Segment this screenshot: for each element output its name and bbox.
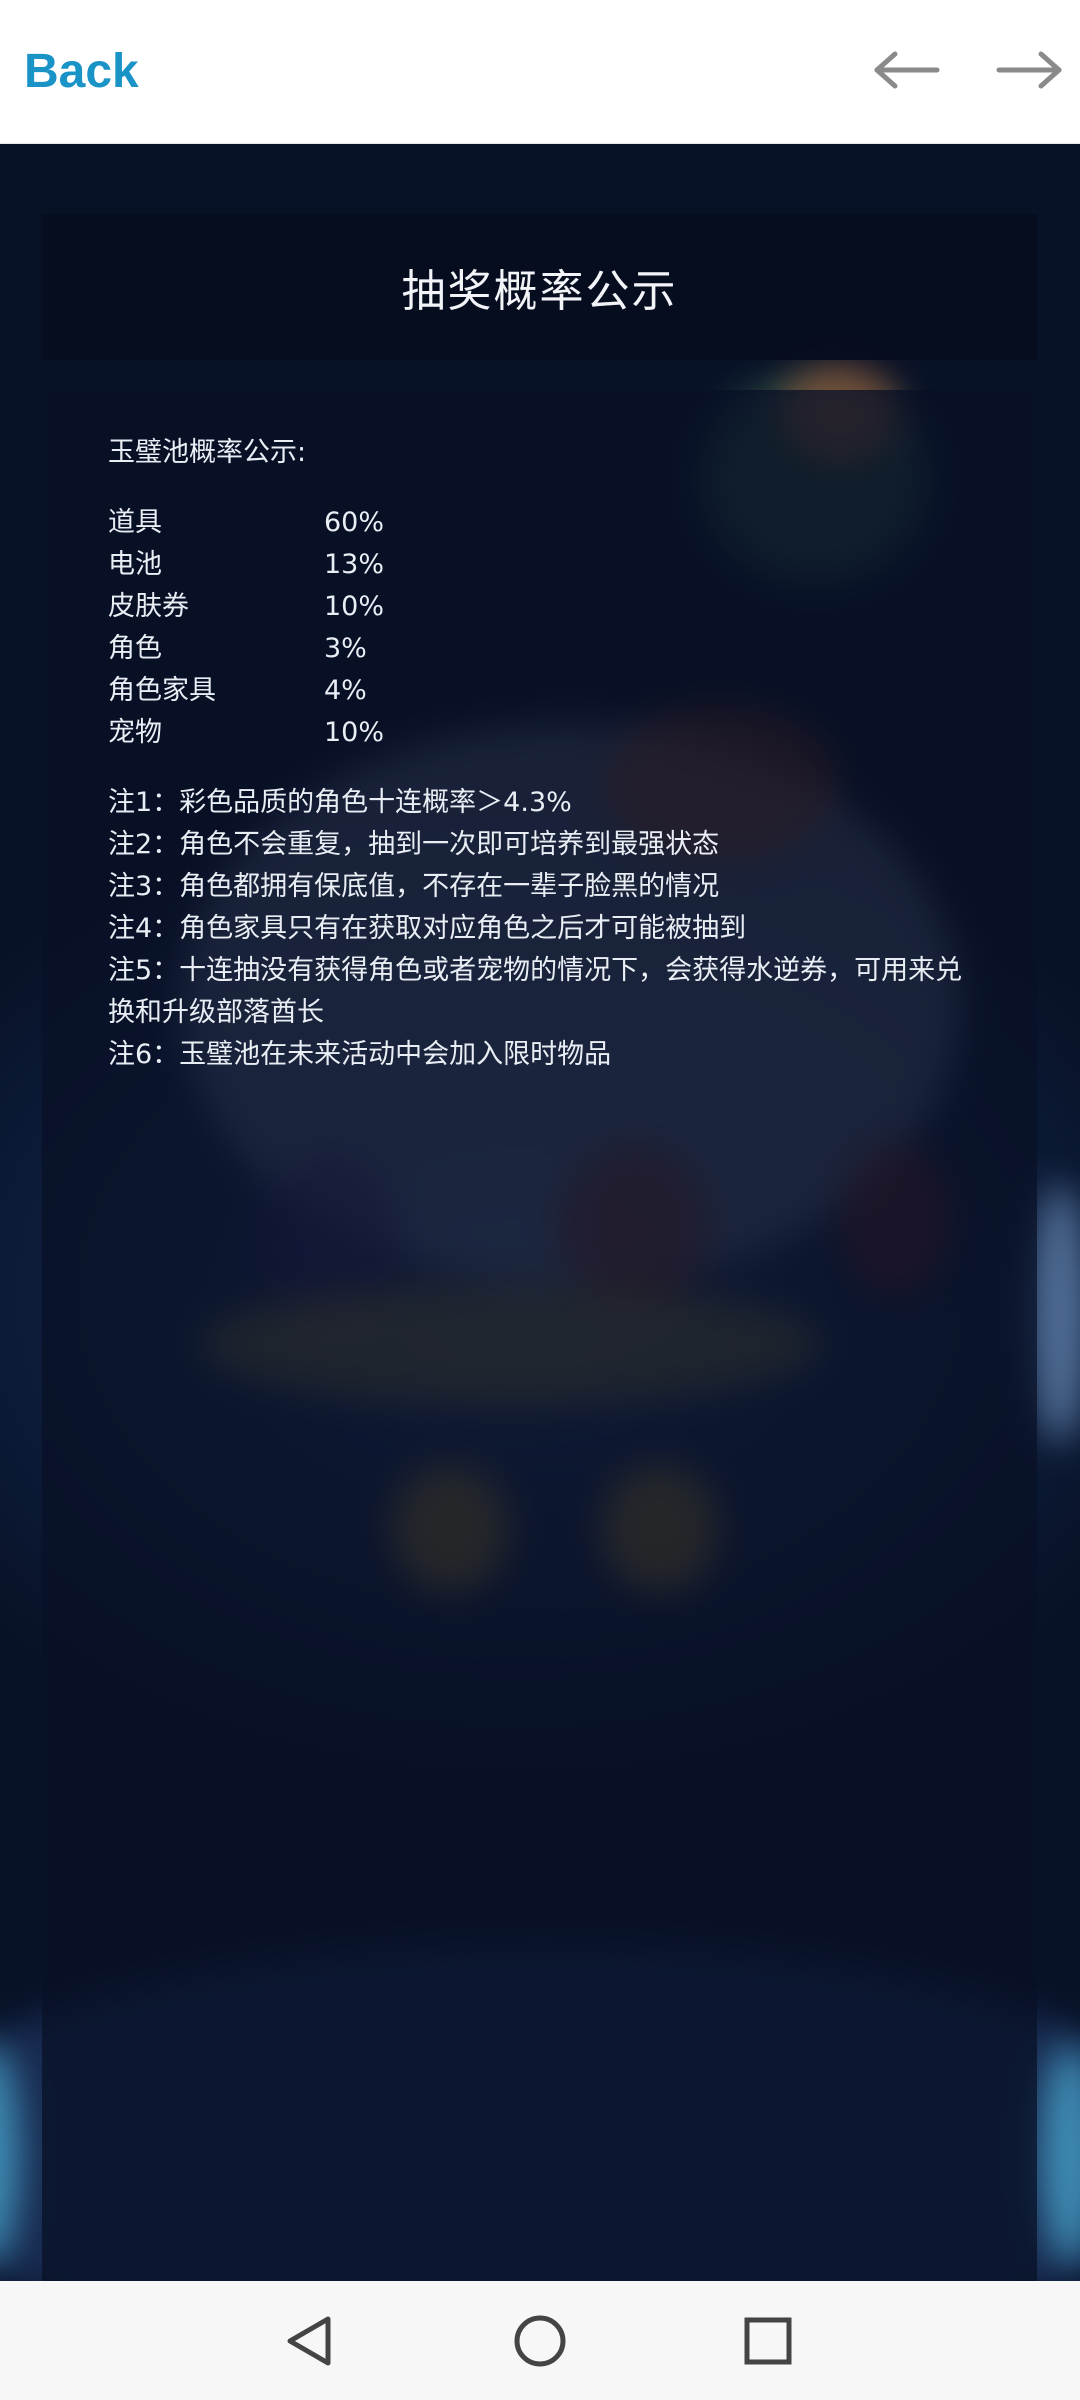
back-button[interactable]: Back xyxy=(24,40,139,104)
arrow-right-icon xyxy=(996,51,1062,89)
probability-item-name: 宠物 xyxy=(108,717,162,748)
note-item: 注1：彩色品质的角色十连概率＞4.3% xyxy=(108,787,572,818)
probability-list: 道具 60% 电池 13% 皮肤券 10% 角色 3% 角色家具 4% 宠物 1… xyxy=(108,502,988,754)
system-home-button[interactable] xyxy=(500,2301,580,2381)
note-item: 注5：十连抽没有获得角色或者宠物的情况下，会获得水逆券，可用来兑换和升级部落酋长 xyxy=(108,955,963,1028)
probability-row: 电池 13% xyxy=(108,544,988,586)
probability-item-name: 电池 xyxy=(108,549,162,580)
scene-blob xyxy=(1030,1184,1080,1444)
probability-item-name: 道具 xyxy=(108,507,162,538)
probability-row: 角色家具 4% xyxy=(108,670,988,712)
note-item: 注2：角色不会重复，抽到一次即可培养到最强状态 xyxy=(108,829,720,860)
probability-row: 宠物 10% xyxy=(108,712,988,754)
title-panel: 抽奖概率公示 xyxy=(42,214,1037,360)
probability-item-name: 皮肤券 xyxy=(108,591,189,622)
page-title: 抽奖概率公示 xyxy=(401,266,678,317)
probability-item-name: 角色家具 xyxy=(108,675,216,706)
probability-row: 皮肤券 10% xyxy=(108,586,988,628)
content-panel: 玉璧池概率公示: 道具 60% 电池 13% 皮肤券 10% 角色 3% 角色家… xyxy=(42,390,1037,2281)
probability-item-value: 13% xyxy=(324,549,385,580)
system-back-button[interactable] xyxy=(270,2301,350,2381)
next-page-button[interactable] xyxy=(990,34,1070,106)
notes-list: 注1：彩色品质的角色十连概率＞4.3% 注2：角色不会重复，抽到一次即可培养到最… xyxy=(108,782,988,1076)
note-item: 注3：角色都拥有保底值，不存在一辈子脸黑的情况 xyxy=(108,871,720,902)
system-nav-bar xyxy=(0,2281,1080,2400)
prev-page-button[interactable] xyxy=(866,34,946,106)
screen: Back 抽奖概率公示 玉璧池概率公示: 道具 60% 电池 13% 皮肤券 1… xyxy=(0,0,1080,2400)
probability-row: 角色 3% xyxy=(108,628,988,670)
note-item: 注4：角色家具只有在获取对应角色之后才可能被抽到 xyxy=(108,913,747,944)
probability-item-name: 角色 xyxy=(108,633,162,664)
probability-row: 道具 60% xyxy=(108,502,988,544)
arrow-left-icon xyxy=(874,51,940,89)
probability-item-value: 10% xyxy=(324,717,385,748)
probability-item-value: 10% xyxy=(324,591,385,622)
probability-item-value: 4% xyxy=(324,675,367,706)
probability-content: 玉璧池概率公示: 道具 60% 电池 13% 皮肤券 10% 角色 3% 角色家… xyxy=(108,432,988,1076)
probability-item-value: 3% xyxy=(324,633,367,664)
pool-subhead: 玉璧池概率公示: xyxy=(108,437,307,468)
circle-home-icon xyxy=(514,2315,566,2367)
square-recents-icon xyxy=(744,2317,792,2365)
top-bar: Back xyxy=(0,0,1080,144)
system-recents-button[interactable] xyxy=(728,2301,808,2381)
note-item: 注6：玉璧池在未来活动中会加入限时物品 xyxy=(108,1039,612,1070)
probability-item-value: 60% xyxy=(324,507,385,538)
triangle-back-icon xyxy=(287,2316,331,2366)
